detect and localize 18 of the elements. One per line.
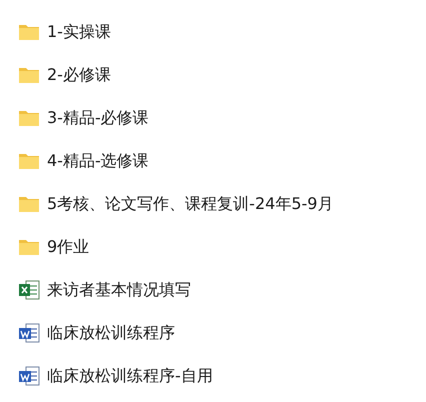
- file-name[interactable]: 4-精品-选修课: [47, 148, 149, 172]
- folder-icon: [18, 66, 40, 84]
- file-name[interactable]: 9作业: [47, 234, 90, 258]
- folder-icon: [18, 108, 40, 126]
- file-name[interactable]: 3-精品-必修课: [47, 106, 149, 130]
- file-name[interactable]: 来访者基本情况填写: [47, 278, 191, 302]
- folder-icon: [18, 22, 40, 40]
- folder-icon: [18, 152, 40, 170]
- file-name[interactable]: 2-必修课: [47, 62, 111, 86]
- folder-icon: [18, 194, 40, 212]
- file-name[interactable]: 临床放松训练程序-自用: [47, 364, 213, 388]
- document-icon: [18, 366, 40, 386]
- spreadsheet-icon: [18, 280, 40, 300]
- folder-icon: [18, 238, 40, 256]
- file-name[interactable]: 5考核、论文写作、课程复训-24年5-9月: [47, 192, 334, 216]
- document-icon: [18, 322, 40, 342]
- file-name[interactable]: 临床放松训练程序: [47, 320, 175, 344]
- file-name[interactable]: 1-实操课: [47, 20, 111, 44]
